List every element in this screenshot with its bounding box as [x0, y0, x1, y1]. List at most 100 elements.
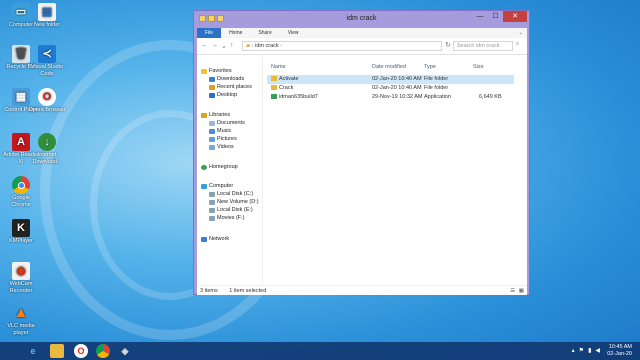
refresh-icon[interactable]: ↻	[445, 41, 451, 49]
drive-icon	[209, 199, 215, 205]
nav-label: Music	[217, 128, 232, 134]
tab-file[interactable]: File	[197, 28, 222, 38]
desktop-icon-vscode[interactable]: ≺ Visual Studio Code	[28, 45, 66, 77]
opera-icon: O	[38, 88, 56, 106]
chevron-up-icon[interactable]: ▴	[572, 347, 575, 354]
chevron-right-icon[interactable]: ›	[280, 43, 282, 49]
explorer-window: idm crack — ☐ ✕ File Home Share View ⌄ ←…	[193, 10, 530, 295]
desktop-icon-label: VLC media player	[7, 323, 35, 336]
nav-label: Homegroup	[209, 164, 238, 170]
desktop-icon-vlc[interactable]: ▲ VLC media player	[2, 304, 40, 336]
music-icon	[209, 128, 215, 134]
details-view-icon[interactable]: ☰	[510, 286, 515, 296]
drive-icon	[209, 191, 215, 197]
address-toolbar: ← → ⌄ ↑ ▰ › idm crack › ↻ Search idm cra…	[197, 38, 527, 55]
up-arrow-icon[interactable]: ↑	[230, 42, 234, 49]
desktop-icon-kmplayer[interactable]: K KMPlayer	[2, 219, 40, 245]
nav-item-homegroup[interactable]: Homegroup	[201, 163, 238, 171]
navigation-pane: Favorites Downloads Recent places Deskto…	[197, 55, 263, 285]
large-icons-view-icon[interactable]: ▦	[519, 286, 524, 296]
file-row[interactable]: idman635build7 29-Nov-19 10:32 AM Applic…	[267, 93, 514, 102]
maximize-button[interactable]: ☐	[488, 11, 503, 22]
vscode-icon: ≺	[38, 45, 56, 63]
desktop-icon-label: KMPlayer	[9, 238, 33, 244]
opera-icon[interactable]: O	[74, 344, 88, 358]
nav-label: New Volume (D:)	[217, 199, 259, 205]
nav-item-new-volume-d[interactable]: New Volume (D:)	[209, 198, 259, 206]
chevron-down-icon[interactable]: ⌄	[221, 42, 227, 50]
nav-item-videos[interactable]: Videos	[209, 143, 234, 151]
tab-view[interactable]: View	[280, 28, 307, 38]
download-manager-icon: ↓	[38, 133, 56, 151]
chrome-icon	[12, 176, 30, 194]
desktop-icon-new-folder[interactable]: ▤ New folder	[28, 3, 66, 29]
column-header-name[interactable]: Name	[271, 64, 286, 70]
flag-icon[interactable]: ⚑	[579, 347, 584, 354]
file-row[interactable]: Activate 02-Jan-20 10:40 AM File folder	[267, 75, 514, 84]
nav-item-movies-f[interactable]: Movies (F:)	[209, 214, 245, 222]
nav-item-local-disk-c[interactable]: Local Disk (C:)	[209, 190, 253, 198]
star-icon	[201, 68, 207, 74]
desktop-icon-webcam-recorder[interactable]: ◉ WebCam Recorder	[2, 262, 40, 294]
file-name: Activate	[279, 76, 299, 82]
file-date: 02-Jan-20 10:40 AM	[372, 85, 422, 91]
document-icon	[209, 120, 215, 126]
file-type: File folder	[424, 76, 449, 82]
chevron-down-icon[interactable]: ⌄	[519, 30, 523, 36]
status-bar: 3 items 1 item selected ☰ ▦	[197, 285, 527, 295]
column-header-size[interactable]: Size	[473, 64, 484, 70]
kmplayer-icon: K	[12, 219, 30, 237]
nav-item-downloads[interactable]: Downloads	[209, 75, 244, 83]
desktop-icon-label: Internet Download...	[32, 152, 62, 165]
file-name: Crack	[279, 85, 294, 91]
folder-icon	[271, 85, 277, 90]
nav-item-desktop[interactable]: Desktop	[209, 91, 237, 99]
tab-home[interactable]: Home	[221, 28, 250, 38]
file-name-cell: idman635build7	[271, 94, 318, 100]
desktop-icon-chrome[interactable]: Google Chrome	[2, 176, 40, 208]
search-input[interactable]: Search idm crack	[453, 41, 513, 51]
library-icon	[201, 112, 207, 118]
minimize-button[interactable]: —	[472, 11, 488, 22]
recent-icon	[209, 84, 215, 90]
nav-item-computer[interactable]: Computer	[201, 182, 233, 190]
app-icon[interactable]: ◈	[118, 344, 132, 358]
column-header-date[interactable]: Date modified	[372, 64, 406, 70]
nav-item-documents[interactable]: Documents	[209, 119, 245, 127]
desktop-icon-label: WebCam Recorder	[9, 281, 33, 294]
address-bar[interactable]: ▰ › idm crack ›	[242, 41, 442, 51]
back-arrow-icon[interactable]: ←	[201, 42, 208, 49]
column-header-type[interactable]: Type	[424, 64, 436, 70]
desktop-icon-label: Opera Browser	[28, 107, 66, 113]
tab-share[interactable]: Share	[250, 28, 279, 38]
desktop-icon-opera[interactable]: O Opera Browser	[28, 88, 66, 114]
file-explorer-icon[interactable]	[50, 344, 64, 358]
file-row[interactable]: Crack 02-Jan-20 10:40 AM File folder	[267, 84, 514, 93]
address-path: idm crack	[255, 43, 279, 49]
nav-item-libraries[interactable]: Libraries	[201, 111, 230, 119]
nav-label: Documents	[217, 120, 245, 126]
file-name-cell: Activate	[271, 76, 299, 82]
download-icon	[209, 76, 215, 82]
close-button[interactable]: ✕	[503, 11, 527, 22]
nav-item-music[interactable]: Music	[209, 127, 231, 135]
ie-icon[interactable]: e	[26, 344, 40, 358]
clock-date: 02-Jan-20	[607, 351, 632, 357]
nav-item-favorites[interactable]: Favorites	[201, 67, 232, 75]
nav-item-local-disk-e[interactable]: Local Disk (E:)	[209, 206, 253, 214]
file-date: 29-Nov-19 10:32 AM	[372, 94, 423, 100]
search-icon: ⌕	[516, 41, 520, 47]
nav-item-network[interactable]: Network	[201, 235, 229, 243]
nav-item-recent-places[interactable]: Recent places	[209, 83, 252, 91]
forward-arrow-icon[interactable]: →	[211, 42, 218, 49]
chrome-icon[interactable]	[96, 344, 110, 358]
volume-icon[interactable]: ◀	[595, 347, 600, 354]
window-titlebar[interactable]: idm crack — ☐ ✕	[194, 11, 529, 28]
network-icon[interactable]: ▮	[588, 347, 591, 354]
nav-label: Downloads	[217, 76, 245, 82]
nav-label: Movies (F:)	[217, 215, 245, 221]
status-selected: 1 item selected	[229, 288, 267, 294]
nav-item-pictures[interactable]: Pictures	[209, 135, 237, 143]
taskbar-clock[interactable]: 10:45 AM 02-Jan-20	[607, 344, 632, 358]
desktop-icon-idm[interactable]: ↓ Internet Download...	[28, 133, 66, 165]
